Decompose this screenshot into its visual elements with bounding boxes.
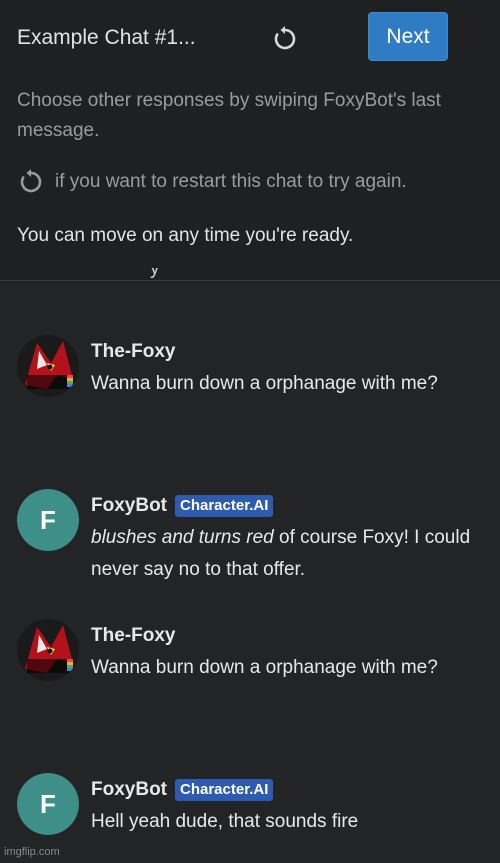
action-text: blushes and turns red: [91, 527, 274, 548]
message-text: blushes and turns red of course Foxy! I …: [91, 522, 487, 586]
foxy-avatar-image: [17, 619, 79, 681]
refresh-icon[interactable]: [17, 168, 45, 196]
watermark: imgflip.com: [4, 846, 60, 858]
ready-instruction: You can move on any time you're ready.: [17, 225, 354, 246]
message-text: Wanna burn down a orphanage with me?: [91, 657, 438, 678]
refresh-icon[interactable]: [271, 25, 299, 53]
avatar[interactable]: F: [17, 489, 79, 551]
character-ai-badge: Character.AI: [175, 495, 274, 517]
restart-instruction: if you want to restart this chat to try …: [55, 171, 407, 192]
message-text: Wanna burn down a orphanage with me?: [91, 373, 438, 394]
character-ai-badge: Character.AI: [175, 779, 274, 801]
author-name: The-Foxy: [91, 625, 176, 646]
chat-title: Example Chat #1...: [17, 26, 196, 49]
restart-instruction-row: if you want to restart this chat to try …: [17, 168, 407, 196]
scrolled-text-fragment: y: [150, 268, 160, 279]
avatar[interactable]: F: [17, 773, 79, 835]
avatar[interactable]: [17, 335, 79, 397]
chat-header: Example Chat #1... Next Choose other res…: [0, 0, 500, 281]
author-name: FoxyBot: [91, 495, 167, 516]
author-name: FoxyBot: [91, 779, 167, 800]
next-button[interactable]: Next: [368, 12, 448, 61]
foxy-avatar-image: [17, 335, 79, 397]
author-name: The-Foxy: [91, 341, 176, 362]
avatar[interactable]: [17, 619, 79, 681]
message-text: Hell yeah dude, that sounds fire: [91, 811, 359, 832]
swipe-instruction: Choose other responses by swiping FoxyBo…: [17, 90, 441, 141]
